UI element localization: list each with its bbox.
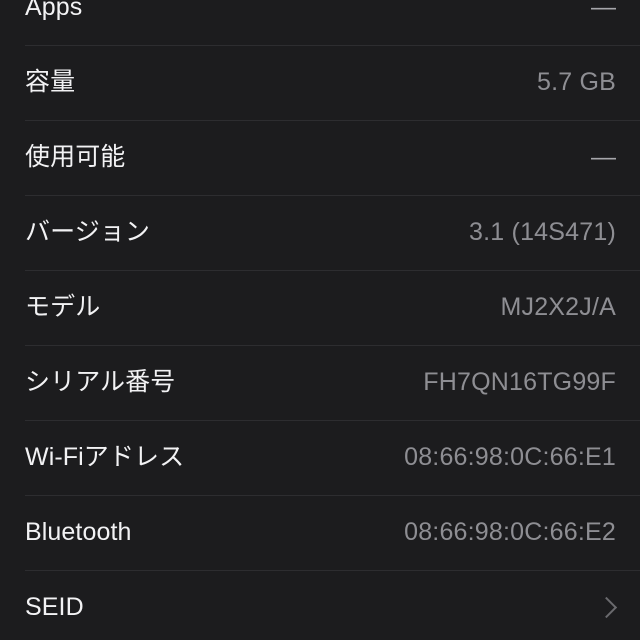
info-row-value: — xyxy=(591,0,616,21)
info-row-value: 3.1 (14S471) xyxy=(469,218,616,246)
info-row-trailing: 08:66:98:0C:66:E2 xyxy=(404,520,616,545)
device-info-list[interactable]: Apps — 容量 5.7 GB 使用可能 — バージョン 3.1 (14S471) モデル MJ… xyxy=(0,0,640,640)
info-row-row-2: 使用可能 — xyxy=(0,120,640,195)
info-row-trailing: 3.1 (14S471) xyxy=(469,220,616,245)
info-row-label: Wi-Fiアドレス xyxy=(25,443,185,471)
info-row-trailing: FH7QN16TG99F xyxy=(423,370,616,395)
info-row-label: Bluetooth xyxy=(25,518,132,546)
info-row-seid[interactable]: SEID xyxy=(0,570,640,640)
info-row-value: FH7QN16TG99F xyxy=(423,368,616,396)
info-row-apps: Apps — xyxy=(0,0,640,45)
info-row-row-3: バージョン 3.1 (14S471) xyxy=(0,195,640,270)
info-row-trailing: 08:66:98:0C:66:E1 xyxy=(404,445,616,470)
info-row-value: MJ2X2J/A xyxy=(500,293,616,321)
info-row-trailing: MJ2X2J/A xyxy=(500,295,616,320)
info-row-label: シリアル番号 xyxy=(25,368,176,396)
info-row-row-1: 容量 5.7 GB xyxy=(0,45,640,120)
info-row-value: 08:66:98:0C:66:E1 xyxy=(404,443,616,471)
settings-about-screen: Apps — 容量 5.7 GB 使用可能 — バージョン 3.1 (14S471) モデル MJ… xyxy=(0,0,640,640)
chevron-right-icon xyxy=(595,596,618,619)
info-row-value: 08:66:98:0C:66:E2 xyxy=(404,518,616,546)
info-row-label: SEID xyxy=(25,593,84,621)
info-row-trailing: — xyxy=(591,0,616,20)
info-row-bluetooth: Bluetooth 08:66:98:0C:66:E2 xyxy=(0,495,640,570)
info-row-value: — xyxy=(591,143,616,171)
info-row-trailing: — xyxy=(591,145,616,170)
info-row-row-4: モデル MJ2X2J/A xyxy=(0,270,640,345)
info-row-label: 使用可能 xyxy=(25,143,126,171)
info-row-trailing: 5.7 GB xyxy=(537,70,616,95)
info-row-row-5: シリアル番号 FH7QN16TG99F xyxy=(0,345,640,420)
info-row-label: Apps xyxy=(25,0,83,21)
info-row-label: バージョン xyxy=(25,218,151,246)
info-row-trailing xyxy=(589,596,620,619)
info-row-label: モデル xyxy=(25,293,101,321)
info-row-label: 容量 xyxy=(25,68,76,96)
info-row-value: 5.7 GB xyxy=(536,68,616,96)
info-row-wi-fi: Wi-Fiアドレス 08:66:98:0C:66:E1 xyxy=(0,420,640,495)
